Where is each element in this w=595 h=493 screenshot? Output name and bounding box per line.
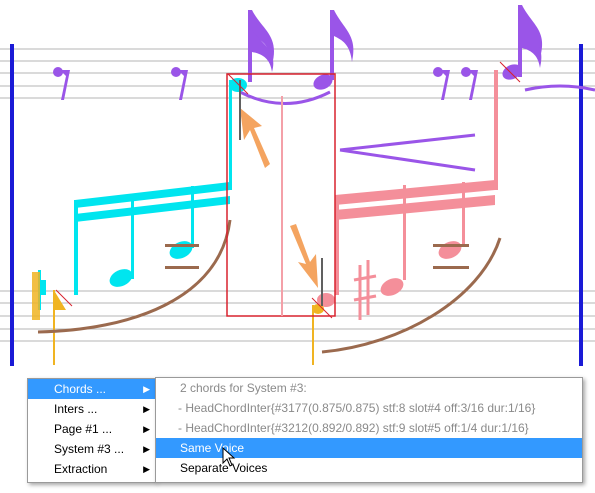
link-arrows <box>240 108 318 288</box>
submenu-arrow-icon: ▶ <box>143 424 150 434</box>
menu-item-label: Page #1 ... <box>54 422 113 436</box>
submenu-arrow-icon: ▶ <box>143 384 150 394</box>
chords-submenu: 2 chords for System #3: - HeadChordInter… <box>155 377 583 483</box>
submenu-header: 2 chords for System #3: <box>180 381 307 395</box>
submenu-arrow-icon: ▶ <box>143 444 150 454</box>
menu-item-system[interactable]: System #3 ... ▶ <box>28 439 155 459</box>
chord-info-item: - HeadChordInter{#3212(0.892/0.892) stf:… <box>178 421 529 435</box>
pink-voice <box>317 70 498 320</box>
context-menu: Chords ... ▶ Inters ... ▶ Page #1 ... ▶ … <box>27 378 156 483</box>
menu-item-label: Extraction <box>54 462 108 476</box>
submenu-arrow-icon: ▶ <box>143 404 150 414</box>
mouse-cursor-icon <box>222 447 236 467</box>
chord-info-item: - HeadChordInter{#3177(0.875/0.875) stf:… <box>178 401 536 415</box>
same-voice-item[interactable]: Same Voice <box>156 438 582 458</box>
cyan-voice <box>38 78 247 310</box>
purple-notes <box>239 5 595 172</box>
menu-item-label: System #3 ... <box>54 442 125 456</box>
slurs <box>37 219 502 354</box>
purple-rests <box>53 67 478 100</box>
menu-item-label: Chords ... <box>54 382 107 396</box>
menu-item-inters[interactable]: Inters ... ▶ <box>28 399 155 419</box>
menu-item-page[interactable]: Page #1 ... ▶ <box>28 419 155 439</box>
menu-item-extraction[interactable]: Extraction ▶ <box>28 459 155 479</box>
separate-voices-item[interactable]: Separate Voices <box>156 458 582 478</box>
submenu-arrow-icon: ▶ <box>143 464 150 474</box>
left-barline <box>10 44 14 366</box>
menu-item-chords[interactable]: Chords ... ▶ <box>28 379 155 399</box>
right-barline <box>579 44 583 366</box>
menu-item-label: Inters ... <box>54 402 98 416</box>
